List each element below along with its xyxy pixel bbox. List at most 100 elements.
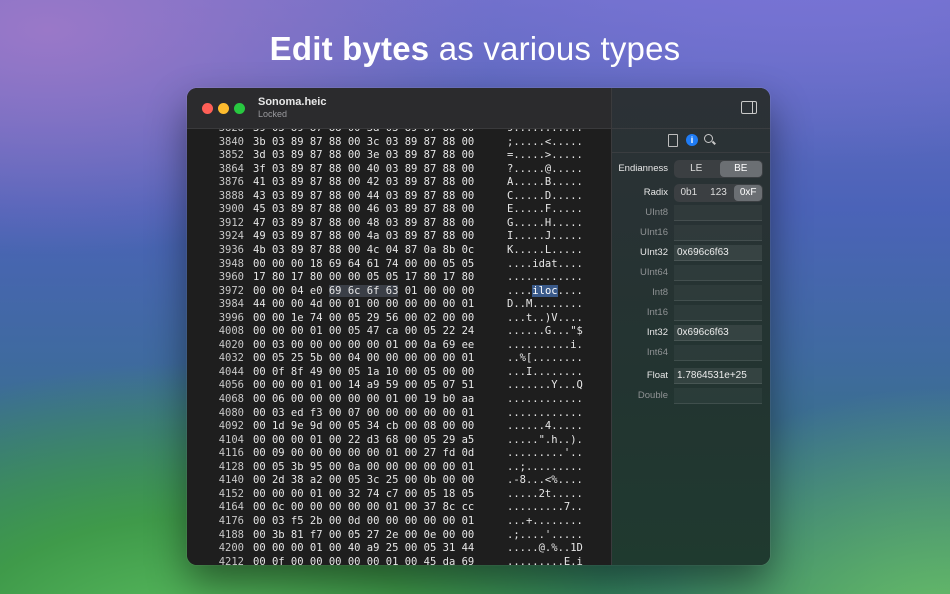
hex-bytes[interactable]: 00 00 00 01 00 22 d3 68 00 05 29 a5 [253,434,503,448]
hex-ascii[interactable]: ............ [507,271,607,285]
hex-bytes[interactable]: 45 03 89 87 88 00 46 03 89 87 88 00 [253,203,503,217]
hex-ascii[interactable]: ....idat.... [507,258,607,272]
hex-ascii[interactable]: ?.....@..... [507,163,607,177]
close-button[interactable] [202,103,213,114]
int64-field[interactable] [674,345,762,361]
radix-binary[interactable]: 0b1 [675,185,703,201]
hex-row[interactable]: 3948 00 00 00 18 69 64 61 74 00 00 05 05.… [187,258,611,272]
hex-row[interactable]: 4140 00 2d 38 a2 00 05 3c 25 00 0b 00 00.… [187,474,611,488]
hex-bytes-post[interactable]: 01 00 00 00 [398,285,475,297]
uint32-field[interactable]: 0x696c6f63 [674,245,762,261]
uint8-field[interactable] [674,205,762,221]
hex-bytes[interactable]: 00 00 04 e0 69 6c 6f 63 01 00 00 00 [253,284,503,299]
hex-bytes[interactable]: 44 00 00 4d 00 01 00 00 00 00 00 01 [253,298,503,312]
hex-ascii[interactable]: ............ [507,393,607,407]
hex-row[interactable]: 4200 00 00 00 01 00 40 a9 25 00 05 31 44.… [187,542,611,556]
hex-row[interactable]: 3912 47 03 89 87 88 00 48 03 89 87 88 00 G… [187,217,611,231]
hex-ascii[interactable]: E.....F..... [507,203,607,217]
hex-ascii[interactable]: A.....B..... [507,176,607,190]
hex-row[interactable]: 3900 45 03 89 87 88 00 46 03 89 87 88 00 E… [187,203,611,217]
hex-ascii[interactable]: .......Y...Q [507,379,607,393]
radix-decimal[interactable]: 123 [705,185,733,201]
endianness-le[interactable]: LE [675,161,718,177]
hex-bytes[interactable]: 00 00 00 01 00 14 a9 59 00 05 07 51 [253,379,503,393]
ascii-selected[interactable]: iloc [532,284,558,297]
hex-ascii[interactable]: G.....H..... [507,217,607,231]
hex-ascii[interactable]: .....@.%..1D [507,542,607,556]
hex-ascii[interactable]: =.....>..... [507,149,607,163]
hex-bytes[interactable]: 00 03 ed f3 00 07 00 00 00 00 00 01 [253,407,503,421]
hex-row[interactable]: 3876 41 03 89 87 88 00 42 03 89 87 88 00 A… [187,176,611,190]
hex-bytes[interactable]: 00 03 f5 2b 00 0d 00 00 00 00 00 01 [253,515,503,529]
hex-bytes[interactable]: 00 09 00 00 00 00 00 01 00 27 fd 0d [253,447,503,461]
endianness-be[interactable]: BE [719,161,762,177]
hex-bytes-selected[interactable]: 69 6c 6f 63 [328,284,399,297]
sidebar-toggle-icon[interactable] [741,101,757,114]
hex-ascii[interactable]: .........E.i [507,556,607,565]
document-icon[interactable] [668,134,678,147]
hex-bytes[interactable]: 00 0f 8f 49 00 05 1a 10 00 05 00 00 [253,366,503,380]
radix-hex[interactable]: 0xF [734,185,763,201]
hex-bytes[interactable]: 3f 03 89 87 88 00 40 03 89 87 88 00 [253,163,503,177]
hex-bytes[interactable]: 00 3b 81 f7 00 05 27 2e 00 0e 00 00 [253,529,503,543]
hex-ascii[interactable]: .-8...<%.... [507,474,607,488]
double-field[interactable] [674,388,762,404]
hex-ascii[interactable]: ............ [507,407,607,421]
hex-row[interactable]: 4056 00 00 00 01 00 14 a9 59 00 05 07 51.… [187,379,611,393]
hex-ascii[interactable]: ..........i. [507,339,607,353]
hex-row[interactable]: 4212 00 0f 00 00 00 00 00 01 00 45 da 69.… [187,556,611,565]
hex-bytes-pre[interactable]: 00 00 04 e0 [253,285,329,297]
int8-field[interactable] [674,285,762,301]
hex-row[interactable]: 3924 49 03 89 87 88 00 4a 03 89 87 88 00 I… [187,230,611,244]
hex-row[interactable]: 3960 17 80 17 80 00 00 05 05 17 80 17 80.… [187,271,611,285]
hex-bytes[interactable]: 47 03 89 87 88 00 48 03 89 87 88 00 [253,217,503,231]
hex-bytes[interactable]: 00 03 00 00 00 00 00 01 00 0a 69 ee [253,339,503,353]
hex-ascii[interactable]: ...+........ [507,515,607,529]
ascii-pre[interactable]: .... [507,285,532,297]
hex-row[interactable]: 4176 00 03 f5 2b 00 0d 00 00 00 00 00 01.… [187,515,611,529]
hex-bytes[interactable]: 49 03 89 87 88 00 4a 03 89 87 88 00 [253,230,503,244]
hex-ascii[interactable]: K.....L..... [507,244,607,258]
uint16-field[interactable] [674,225,762,241]
hex-row[interactable]: 3888 43 03 89 87 88 00 44 03 89 87 88 00 C… [187,190,611,204]
hex-ascii[interactable]: ......G..."$ [507,325,607,339]
int16-field[interactable] [674,305,762,321]
hex-bytes[interactable]: 43 03 89 87 88 00 44 03 89 87 88 00 [253,190,503,204]
hex-ascii[interactable]: .........7.. [507,501,607,515]
hex-bytes[interactable]: 4b 03 89 87 88 00 4c 04 87 0a 8b 0c [253,244,503,258]
hex-ascii[interactable]: ....iloc.... [507,284,607,299]
hex-ascii[interactable]: D..M........ [507,298,607,312]
float-field[interactable]: 1.7864531e+25 [674,368,762,384]
hex-ascii[interactable]: ..%[........ [507,352,607,366]
search-icon[interactable] [704,134,716,146]
hex-bytes[interactable]: 00 05 25 5b 00 04 00 00 00 00 00 01 [253,352,503,366]
hex-ascii[interactable]: .....2t..... [507,488,607,502]
hex-row[interactable]: 4020 00 03 00 00 00 00 00 01 00 0a 69 ee.… [187,339,611,353]
hex-row[interactable]: 4152 00 00 00 01 00 32 74 c7 00 05 18 05.… [187,488,611,502]
hex-ascii[interactable]: C.....D..... [507,190,607,204]
hex-bytes[interactable]: 00 0c 00 00 00 00 00 01 00 37 8c cc [253,501,503,515]
hex-ascii[interactable]: ...t..)V.... [507,312,607,326]
hex-row[interactable]: 3996 00 00 1e 74 00 05 29 56 00 02 00 00.… [187,312,611,326]
hex-bytes[interactable]: 00 00 1e 74 00 05 29 56 00 02 00 00 [253,312,503,326]
hex-ascii[interactable]: I.....J..... [507,230,607,244]
hex-row[interactable]: 3840 3b 03 89 87 88 00 3c 03 89 87 88 00;… [187,136,611,150]
hex-bytes[interactable]: 00 05 3b 95 00 0a 00 00 00 00 00 01 [253,461,503,475]
hex-ascii[interactable]: .;....'..... [507,529,607,543]
hex-row[interactable]: 4080 00 03 ed f3 00 07 00 00 00 00 00 01.… [187,407,611,421]
hex-row[interactable]: 4044 00 0f 8f 49 00 05 1a 10 00 05 00 00.… [187,366,611,380]
hex-bytes[interactable]: 00 00 00 01 00 40 a9 25 00 05 31 44 [253,542,503,556]
hex-bytes[interactable]: 41 03 89 87 88 00 42 03 89 87 88 00 [253,176,503,190]
hex-ascii[interactable]: .....".h..). [507,434,607,448]
int32-field[interactable]: 0x696c6f63 [674,325,762,341]
hex-bytes[interactable]: 00 06 00 00 00 00 00 01 00 19 b0 aa [253,393,503,407]
hex-ascii[interactable]: ..;......... [507,461,607,475]
hex-bytes[interactable]: 00 00 00 01 00 32 74 c7 00 05 18 05 [253,488,503,502]
hex-row[interactable]: 4092 00 1d 9e 9d 00 05 34 cb 00 08 00 00.… [187,420,611,434]
hex-row[interactable]: 3936 4b 03 89 87 88 00 4c 04 87 0a 8b 0c K… [187,244,611,258]
hex-row[interactable]: 3972 00 00 04 e0 69 6c 6f 63 01 00 00 00.… [187,284,611,299]
hex-row[interactable]: 4116 00 09 00 00 00 00 00 01 00 27 fd 0d.… [187,447,611,461]
hex-row[interactable]: 4188 00 3b 81 f7 00 05 27 2e 00 0e 00 00.… [187,529,611,543]
hex-ascii[interactable]: ......4..... [507,420,607,434]
minimize-button[interactable] [218,103,229,114]
